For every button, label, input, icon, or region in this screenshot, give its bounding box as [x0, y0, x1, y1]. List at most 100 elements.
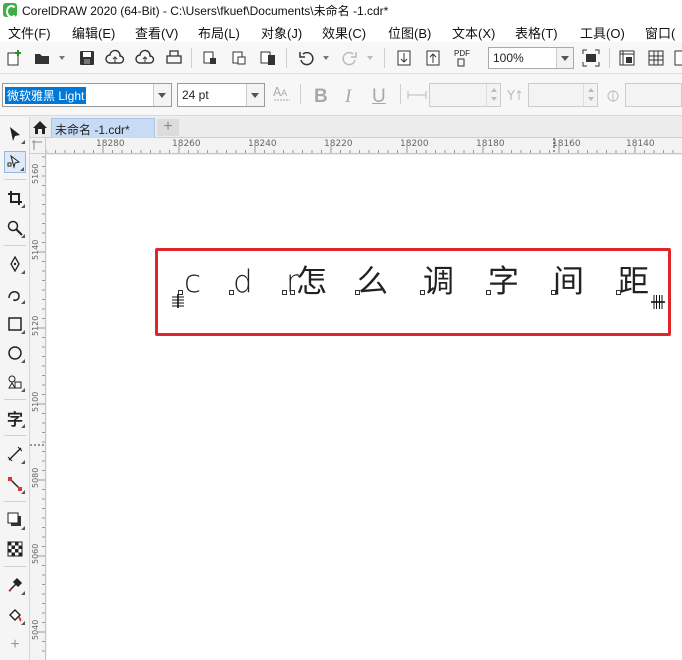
ellipse-tool-icon[interactable]	[4, 342, 26, 364]
character-angle-icon	[603, 85, 623, 105]
new-tab-button[interactable]: +	[157, 119, 179, 136]
import-icon[interactable]	[200, 48, 220, 68]
menu-view[interactable]: 查看(V)	[135, 23, 178, 42]
menu-object[interactable]: 对象(J)	[261, 23, 302, 42]
zoom-tool-icon[interactable]	[4, 217, 26, 239]
font-list-dropdown-icon[interactable]	[153, 84, 171, 106]
snap-to-icon[interactable]	[670, 48, 682, 68]
drawing-canvas[interactable]	[47, 155, 682, 660]
text-glyph[interactable]: 怎	[296, 262, 327, 302]
cloud-upload-icon[interactable]	[105, 48, 125, 68]
vertical-ruler[interactable]: 5160 5140 5120 5100 5080 5060 5040	[30, 154, 46, 660]
character-node[interactable]	[355, 290, 360, 295]
undo-icon[interactable]	[296, 48, 316, 68]
export-icon[interactable]	[229, 48, 249, 68]
menu-file[interactable]: 文件(F)	[8, 23, 51, 42]
toolbox-separator	[4, 435, 26, 436]
menu-edit[interactable]: 编辑(E)	[72, 23, 115, 42]
undo-dropdown-icon[interactable]	[323, 56, 329, 60]
menu-text[interactable]: 文本(X)	[452, 23, 495, 42]
drop-shadow-tool-icon[interactable]	[4, 509, 26, 531]
toolbox: 字 +	[0, 117, 30, 660]
open-folder-icon[interactable]	[32, 48, 52, 68]
menu-bitmaps[interactable]: 位图(B)	[388, 23, 431, 42]
baseline-shift-spinner[interactable]	[583, 84, 597, 106]
character-spacing-handle-icon[interactable]	[651, 294, 665, 310]
open-dropdown-icon[interactable]	[59, 56, 65, 60]
font-size-combobox[interactable]: 24 pt	[177, 83, 265, 107]
crop-tool-icon[interactable]	[4, 187, 26, 209]
character-spacing-spinner[interactable]	[486, 84, 500, 106]
zoom-dropdown-icon[interactable]	[556, 48, 573, 68]
publish-pdf-icon[interactable]: PDF	[452, 48, 472, 68]
show-rulers-icon[interactable]	[617, 48, 637, 68]
character-node[interactable]	[282, 290, 287, 295]
menu-effects[interactable]: 效果(C)	[322, 23, 366, 42]
character-node[interactable]	[486, 290, 491, 295]
print-icon[interactable]	[164, 48, 184, 68]
ruler-label: 5160	[31, 163, 40, 184]
export-for-icon[interactable]	[258, 48, 278, 68]
flyout-corner-icon	[21, 330, 25, 334]
shape-tool-icon[interactable]	[4, 151, 26, 173]
connector-tool-icon[interactable]	[4, 473, 26, 495]
redo-icon[interactable]	[340, 48, 360, 68]
line-spacing-handle-icon[interactable]	[171, 294, 185, 308]
font-list-combobox[interactable]: 微软雅黑 Light	[2, 83, 172, 107]
italic-button[interactable]: I	[345, 86, 351, 108]
menu-table[interactable]: 表格(T)	[515, 23, 558, 42]
full-screen-preview-icon[interactable]	[581, 48, 601, 68]
zoom-level-combobox[interactable]: 100%	[488, 47, 574, 69]
bold-button[interactable]: B	[314, 86, 328, 108]
menu-tools[interactable]: 工具(O)	[580, 23, 625, 42]
import-arrow-icon[interactable]	[394, 48, 414, 68]
character-node[interactable]	[420, 290, 425, 295]
font-size-dropdown-icon[interactable]	[246, 84, 264, 106]
polygon-tool-icon[interactable]	[4, 371, 26, 393]
text-glyph[interactable]: 距	[618, 262, 649, 302]
underline-button[interactable]: U	[372, 86, 386, 108]
parallel-dimension-tool-icon[interactable]	[4, 443, 26, 465]
rectangle-tool-icon[interactable]	[4, 313, 26, 335]
toolbox-separator	[4, 245, 26, 246]
cloud-share-icon[interactable]	[135, 48, 155, 68]
text-glyph[interactable]: 字	[488, 262, 519, 302]
character-node[interactable]	[616, 290, 621, 295]
flyout-corner-icon	[21, 424, 25, 428]
transparency-tool-icon[interactable]	[4, 538, 26, 560]
text-glyph[interactable]: d	[233, 262, 253, 302]
text-glyph[interactable]: c	[184, 262, 201, 302]
pick-tool-icon[interactable]	[4, 123, 26, 145]
character-node[interactable]	[290, 290, 295, 295]
text-glyph[interactable]: 么	[357, 262, 388, 302]
redo-dropdown-icon[interactable]	[367, 56, 373, 60]
ruler-origin-corner[interactable]	[30, 138, 46, 154]
new-document-icon[interactable]	[4, 48, 24, 68]
menu-window[interactable]: 窗口(	[645, 23, 675, 42]
text-glyph[interactable]: 调	[423, 262, 454, 302]
export-arrow-icon[interactable]	[423, 48, 443, 68]
artistic-media-tool-icon[interactable]	[4, 283, 26, 305]
text-glyph[interactable]: 间	[553, 262, 584, 302]
character-node[interactable]	[229, 290, 234, 295]
ruler-label: 18160	[552, 139, 581, 149]
baseline-shift-icon: Y	[506, 85, 526, 105]
character-spacing-input[interactable]	[429, 83, 501, 107]
show-grid-icon[interactable]	[646, 48, 666, 68]
character-angle-input[interactable]	[625, 83, 682, 107]
color-eyedropper-tool-icon[interactable]	[4, 574, 26, 596]
ruler-label: 18140	[626, 139, 655, 149]
save-icon[interactable]	[77, 48, 97, 68]
character-node[interactable]	[551, 290, 556, 295]
add-tool-icon[interactable]: +	[4, 634, 26, 656]
font-size-scale-icon[interactable]: AA	[272, 84, 292, 104]
text-tool-icon[interactable]: 字	[4, 407, 26, 429]
interactive-fill-tool-icon[interactable]	[4, 604, 26, 626]
freehand-pen-tool-icon[interactable]	[4, 253, 26, 275]
home-icon[interactable]	[30, 118, 50, 137]
flyout-corner-icon	[21, 300, 25, 304]
menu-layout[interactable]: 布局(L)	[198, 23, 240, 42]
baseline-shift-input[interactable]	[528, 83, 598, 107]
document-tab[interactable]: 未命名 -1.cdr*	[51, 118, 155, 138]
horizontal-ruler[interactable]: 18280 18260 18240 18220 18200 18180 1816…	[46, 138, 682, 154]
